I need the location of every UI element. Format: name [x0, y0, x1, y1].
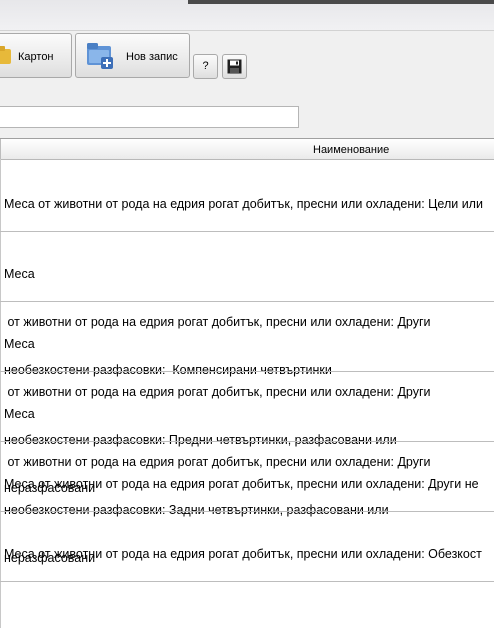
save-button[interactable] [222, 54, 247, 79]
folder-add-icon [87, 43, 113, 69]
row-3-line-1: Меса [4, 337, 35, 351]
row-divider [0, 371, 494, 372]
table-row[interactable]: Меса от животни от рода на едрия рогат д… [4, 514, 494, 594]
row-6-line-1: Меса от животни от рода на едрия рогат д… [4, 547, 482, 561]
table-row[interactable]: Меса от животни от рода на едрия рогат д… [4, 164, 494, 244]
row-divider [0, 511, 494, 512]
help-button[interactable]: ? [193, 54, 218, 79]
column-header-name[interactable]: Наименование [313, 144, 389, 156]
help-label: ? [202, 60, 209, 72]
records-grid: Наименование Меса от животни от рода на … [0, 138, 494, 628]
grid-header: Наименование [0, 139, 494, 160]
karton-label: Картон [18, 51, 54, 63]
search-input[interactable] [0, 106, 299, 128]
row-divider [0, 581, 494, 582]
folder-icon [0, 46, 11, 64]
window-top-strip [0, 0, 494, 31]
grid-left-border [0, 159, 1, 628]
karton-button[interactable]: Картон [0, 33, 72, 78]
row-1-line-1: Меса от животни от рода на едрия рогат д… [4, 197, 483, 211]
title-shadow [188, 0, 494, 4]
row-divider [0, 301, 494, 302]
floppy-disk-icon [227, 59, 242, 74]
row-4-line-1: Меса [4, 407, 35, 421]
column-divider[interactable] [0, 139, 1, 159]
row-2-line-1: Меса [4, 267, 35, 281]
new-record-button[interactable]: Нов запис [75, 33, 190, 78]
row-divider [0, 441, 494, 442]
row-divider [0, 231, 494, 232]
new-record-label: Нов запис [126, 51, 178, 63]
table-row[interactable]: Меса от животни от рода на едрия рогат д… [4, 444, 494, 524]
row-5-line-1: Меса от животни от рода на едрия рогат д… [4, 477, 479, 491]
